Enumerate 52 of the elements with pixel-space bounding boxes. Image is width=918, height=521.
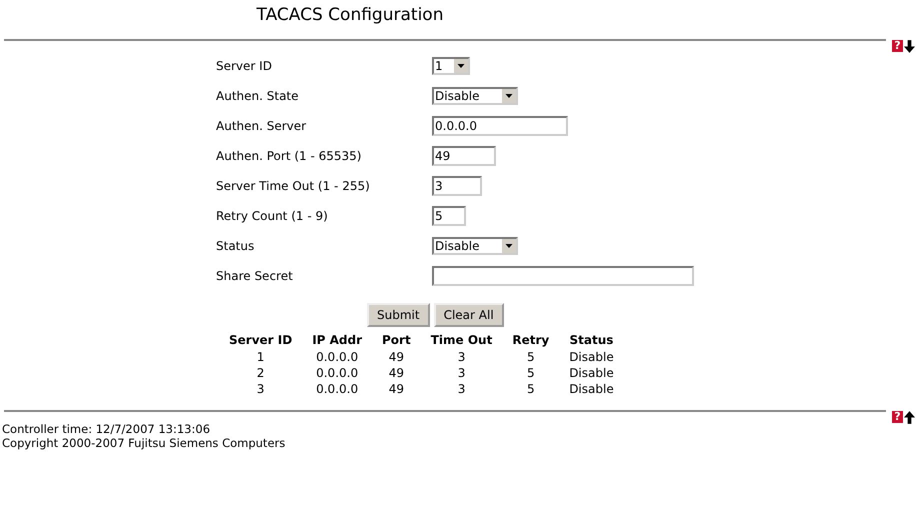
arrow-down-icon[interactable] bbox=[904, 40, 915, 52]
table-cell-text: 49 bbox=[388, 349, 405, 365]
footer-text: Copyright 2000-2007 Fujitsu Siemens Computers bbox=[2, 436, 286, 450]
table-cell-text: 5 bbox=[526, 381, 536, 397]
table-cell-text: 3 bbox=[256, 381, 266, 397]
dropdown[interactable]: 1 bbox=[432, 57, 470, 75]
table-cell-text: 3 bbox=[456, 365, 466, 381]
column-header: Retry bbox=[511, 332, 550, 349]
help-button[interactable]: ? bbox=[892, 40, 903, 52]
form-button[interactable]: Submit bbox=[367, 303, 430, 327]
table-cell-text: 0.0.0.0 bbox=[315, 349, 360, 365]
help-button[interactable]: ? bbox=[892, 411, 903, 423]
table-cell-text: 3 bbox=[456, 349, 466, 365]
field-label: Retry Count (1 - 9) bbox=[216, 209, 329, 223]
column-header: Port bbox=[381, 332, 412, 349]
table-cell-text: 49 bbox=[388, 381, 405, 397]
table-cell-text: 2 bbox=[256, 365, 266, 381]
table-cell-text: 3 bbox=[456, 381, 466, 397]
column-header: Time Out bbox=[430, 332, 494, 349]
field-label: Status bbox=[216, 239, 256, 253]
table-cell-text: Disable bbox=[568, 365, 615, 381]
input-field[interactable]: 0.0.0.0 bbox=[432, 116, 568, 136]
input-field[interactable]: 49 bbox=[432, 146, 496, 166]
arrow-up-icon[interactable] bbox=[904, 410, 915, 424]
caret-icon bbox=[454, 59, 468, 73]
table-cell-text: Disable bbox=[568, 349, 615, 365]
caret-icon bbox=[502, 239, 516, 253]
column-header: Status bbox=[568, 332, 614, 349]
input-field[interactable] bbox=[432, 266, 694, 286]
footer-text: Controller time: 12/7/2007 13:13:06 bbox=[2, 422, 212, 436]
table-cell-text: Disable bbox=[568, 381, 615, 397]
table-cell-text: 49 bbox=[388, 365, 405, 381]
field-label: Authen. State bbox=[216, 89, 300, 103]
table-cell-text: 0.0.0.0 bbox=[315, 365, 360, 381]
input-field[interactable]: 5 bbox=[432, 206, 466, 226]
field-label: Authen. Port (1 - 65535) bbox=[216, 149, 362, 163]
page-title: TACACS Configuration bbox=[256, 4, 444, 27]
table-cell-text: 0.0.0.0 bbox=[315, 381, 360, 397]
caret-icon bbox=[502, 89, 516, 103]
input-field[interactable]: 3 bbox=[432, 176, 482, 196]
column-header: Server ID bbox=[228, 332, 294, 349]
field-label: Server ID bbox=[216, 59, 273, 73]
form-button[interactable]: Clear All bbox=[434, 303, 504, 327]
field-label: Authen. Server bbox=[216, 119, 308, 133]
dropdown[interactable]: Disable bbox=[432, 87, 518, 105]
field-label: Server Time Out (1 - 255) bbox=[216, 179, 371, 193]
table-cell-text: 1 bbox=[256, 349, 266, 365]
dropdown[interactable]: Disable bbox=[432, 237, 518, 255]
field-label: Share Secret bbox=[216, 269, 294, 283]
table-cell-text: 5 bbox=[526, 365, 536, 381]
column-header: IP Addr bbox=[311, 332, 364, 349]
table-cell-text: 5 bbox=[526, 349, 536, 365]
